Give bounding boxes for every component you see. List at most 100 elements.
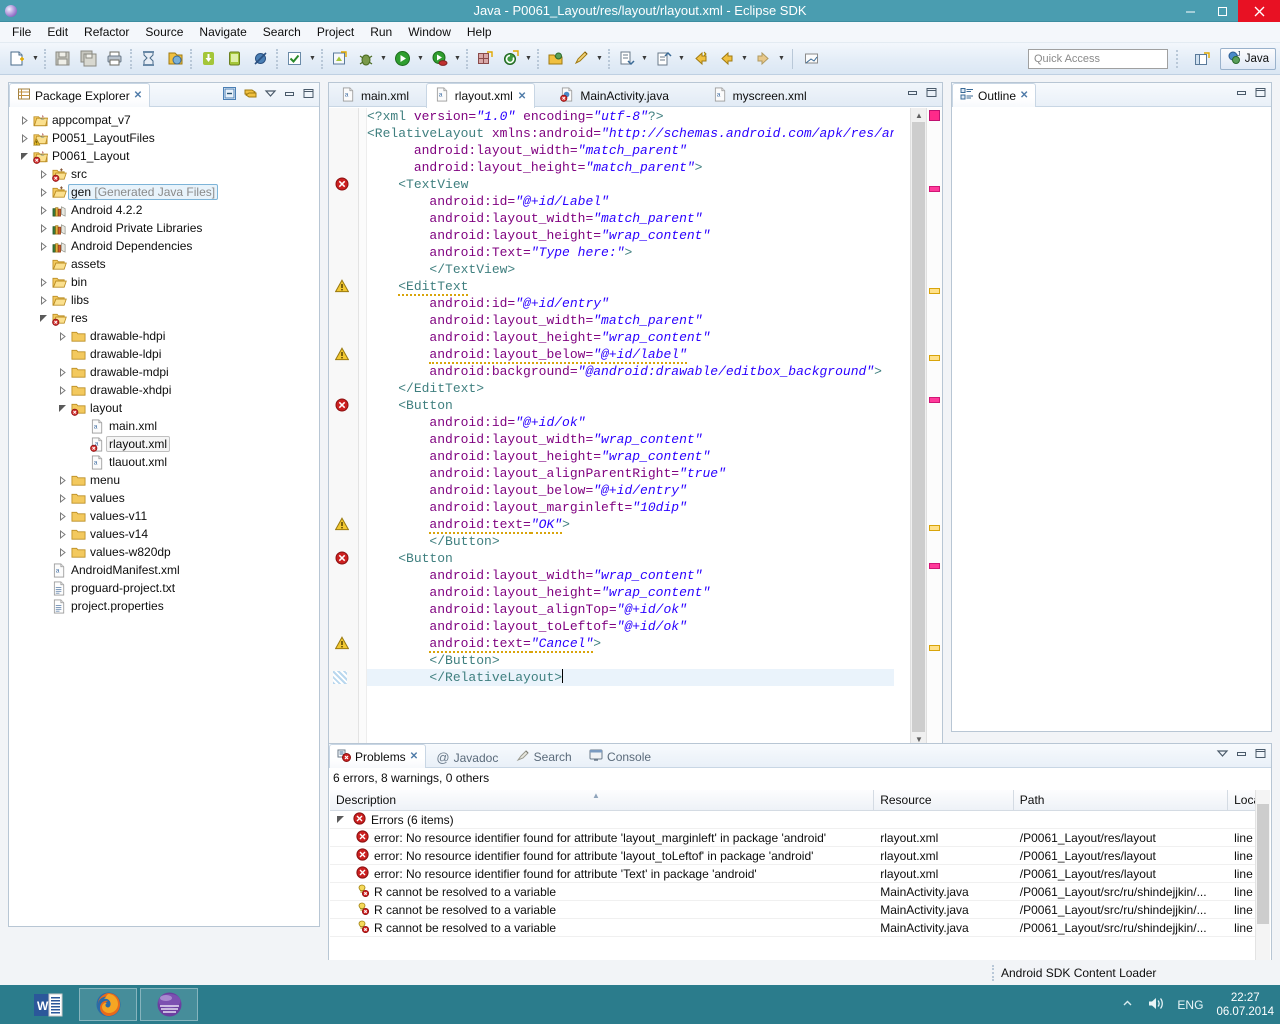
code-line[interactable]: android:id="@+id/Label" xyxy=(367,193,894,210)
previous-annotation-dropdown[interactable]: ▼ xyxy=(676,47,687,71)
maximize-button[interactable] xyxy=(1206,0,1238,22)
last-edit-location-button[interactable] xyxy=(688,47,712,71)
tree-item-menu[interactable]: menu xyxy=(9,471,319,489)
gutter-warning-icon[interactable] xyxy=(334,636,350,651)
code-line[interactable]: </Button> xyxy=(367,652,894,669)
code-line[interactable]: android:id="@+id/ok" xyxy=(367,414,894,431)
tree-twisty-icon[interactable] xyxy=(55,529,69,539)
menu-source[interactable]: Source xyxy=(137,23,191,41)
menu-project[interactable]: Project xyxy=(309,23,362,41)
tree-item-p0061-layout[interactable]: P0061_Layout xyxy=(9,147,319,165)
vertical-scroll-thumb[interactable] xyxy=(912,122,925,732)
tree-item-gen[interactable]: gen [Generated Java Files] xyxy=(9,183,319,201)
code-line[interactable]: android:layout_toLeftof="@+id/ok" xyxy=(367,618,894,635)
tree-twisty-icon[interactable] xyxy=(55,547,69,557)
tree-item-p0051-layoutfiles[interactable]: P0051_LayoutFiles xyxy=(9,129,319,147)
forward-button[interactable] xyxy=(751,47,775,71)
code-line[interactable]: <Button xyxy=(367,550,894,567)
close-button[interactable] xyxy=(1238,0,1280,22)
minimize-icon[interactable] xyxy=(906,86,919,102)
table-row[interactable]: R cannot be resolved to a variable MainAc… xyxy=(330,919,1270,937)
editor-gutter[interactable] xyxy=(329,108,359,746)
table-row[interactable]: error: No resource identifier found for … xyxy=(330,829,1270,847)
tree-twisty-icon[interactable] xyxy=(17,115,31,125)
new-java-class-button[interactable] xyxy=(498,47,522,71)
tree-item-drawable-hdpi[interactable]: drawable-hdpi xyxy=(9,327,319,345)
tree-item-bin[interactable]: bin xyxy=(9,273,319,291)
export-resources-button[interactable] xyxy=(162,47,186,71)
new-java-package-button[interactable] xyxy=(472,47,496,71)
new-android-project-button[interactable] xyxy=(327,47,351,71)
maximize-icon[interactable] xyxy=(1254,86,1267,102)
new-button[interactable] xyxy=(5,47,29,71)
overview-error-marker[interactable] xyxy=(929,186,940,192)
code-line[interactable]: <?xml version="1.0" encoding="utf-8"?> xyxy=(367,108,894,125)
forward-dropdown[interactable]: ▼ xyxy=(776,47,787,71)
tree-twisty-icon[interactable] xyxy=(55,493,69,503)
word-taskbar-icon[interactable]: W xyxy=(20,988,78,1021)
tree-twisty-icon[interactable] xyxy=(55,385,69,395)
close-icon[interactable]: ✕ xyxy=(134,90,142,101)
tree-item-values-w820dp[interactable]: values-w820dp xyxy=(9,543,319,561)
overview-error-summary[interactable] xyxy=(929,110,940,121)
open-type-button[interactable] xyxy=(543,47,567,71)
gutter-error-icon[interactable] xyxy=(335,177,350,192)
column-header-description[interactable]: Description xyxy=(330,790,875,810)
save-all-button[interactable] xyxy=(76,47,100,71)
tree-twisty-icon[interactable] xyxy=(55,511,69,521)
code-line[interactable]: android:layout_width="match_parent" xyxy=(367,210,894,227)
open-perspective-button[interactable] xyxy=(1188,48,1214,70)
close-icon[interactable]: ✕ xyxy=(410,751,418,762)
menu-window[interactable]: Window xyxy=(400,23,459,41)
tab-javadoc[interactable]: @ Javadoc xyxy=(429,746,505,770)
tree-item-assets[interactable]: assets xyxy=(9,255,319,273)
tab-problems[interactable]: Problems ✕ xyxy=(329,744,427,768)
close-icon[interactable]: ✕ xyxy=(518,91,526,102)
problems-group-row[interactable]: Errors (6 items) xyxy=(330,811,1270,829)
table-row[interactable]: R cannot be resolved to a variable MainAc… xyxy=(330,883,1270,901)
debug-dropdown[interactable]: ▼ xyxy=(378,47,389,71)
new-java-class-dropdown[interactable]: ▼ xyxy=(523,47,534,71)
tree-item-values-v14[interactable]: values-v14 xyxy=(9,525,319,543)
column-header-path[interactable]: Path xyxy=(1014,790,1229,810)
link-with-editor-icon[interactable] xyxy=(243,86,258,104)
code-line[interactable]: <TextView xyxy=(367,176,894,193)
volume-icon[interactable] xyxy=(1147,996,1164,1014)
problems-rows[interactable]: Errors (6 items) error: No resource ident… xyxy=(330,811,1270,937)
code-line[interactable]: android:layout_height="wrap_content" xyxy=(367,329,894,346)
view-menu-icon[interactable] xyxy=(1216,747,1229,763)
code-line[interactable]: android:layout_width="wrap_content" xyxy=(367,567,894,584)
tab-search[interactable]: Search xyxy=(509,745,579,769)
tree-item-drawable-mdpi[interactable]: drawable-mdpi xyxy=(9,363,319,381)
tree-item-drawable-ldpi[interactable]: drawable-ldpi xyxy=(9,345,319,363)
tree-twisty-icon[interactable] xyxy=(55,404,69,413)
code-line[interactable]: android:layout_height="match_parent"> xyxy=(367,159,894,176)
back-button[interactable] xyxy=(714,47,738,71)
overview-warning-marker[interactable] xyxy=(929,645,940,651)
tree-twisty-icon[interactable] xyxy=(36,169,50,179)
eclipse-taskbar-icon[interactable] xyxy=(140,988,198,1021)
tree-item-rlayout-xml[interactable]: a rlayout.xml xyxy=(9,435,319,453)
show-hidden-icons[interactable] xyxy=(1121,997,1134,1013)
tree-item-android-private-libraries[interactable]: Android Private Libraries xyxy=(9,219,319,237)
code-line[interactable]: android:layout_height="wrap_content" xyxy=(367,227,894,244)
quick-access-input[interactable]: Quick Access xyxy=(1028,49,1168,69)
gutter-error-icon[interactable] xyxy=(335,398,350,413)
minimize-icon[interactable] xyxy=(1235,86,1248,102)
tree-twisty-icon[interactable] xyxy=(36,205,50,215)
tree-twisty-icon[interactable] xyxy=(36,223,50,233)
menu-navigate[interactable]: Navigate xyxy=(191,23,254,41)
overview-warning-marker[interactable] xyxy=(929,355,940,361)
previous-annotation-button[interactable] xyxy=(651,47,675,71)
code-line[interactable]: </Button> xyxy=(367,533,894,550)
table-row[interactable]: error: No resource identifier found for … xyxy=(330,847,1270,865)
code-line[interactable]: <EditText xyxy=(367,278,894,296)
tree-twisty-icon[interactable] xyxy=(36,187,50,197)
android-avd-manager-button[interactable] xyxy=(222,47,246,71)
scroll-up-arrow[interactable]: ▲ xyxy=(911,108,927,122)
code-line[interactable]: android:layout_width="match_parent" xyxy=(367,312,894,329)
tree-item-res[interactable]: res xyxy=(9,309,319,327)
tree-twisty-icon[interactable] xyxy=(17,152,31,161)
tree-item-android-dependencies[interactable]: Android Dependencies xyxy=(9,237,319,255)
code-line[interactable]: android:layout_width="wrap_content" xyxy=(367,431,894,448)
